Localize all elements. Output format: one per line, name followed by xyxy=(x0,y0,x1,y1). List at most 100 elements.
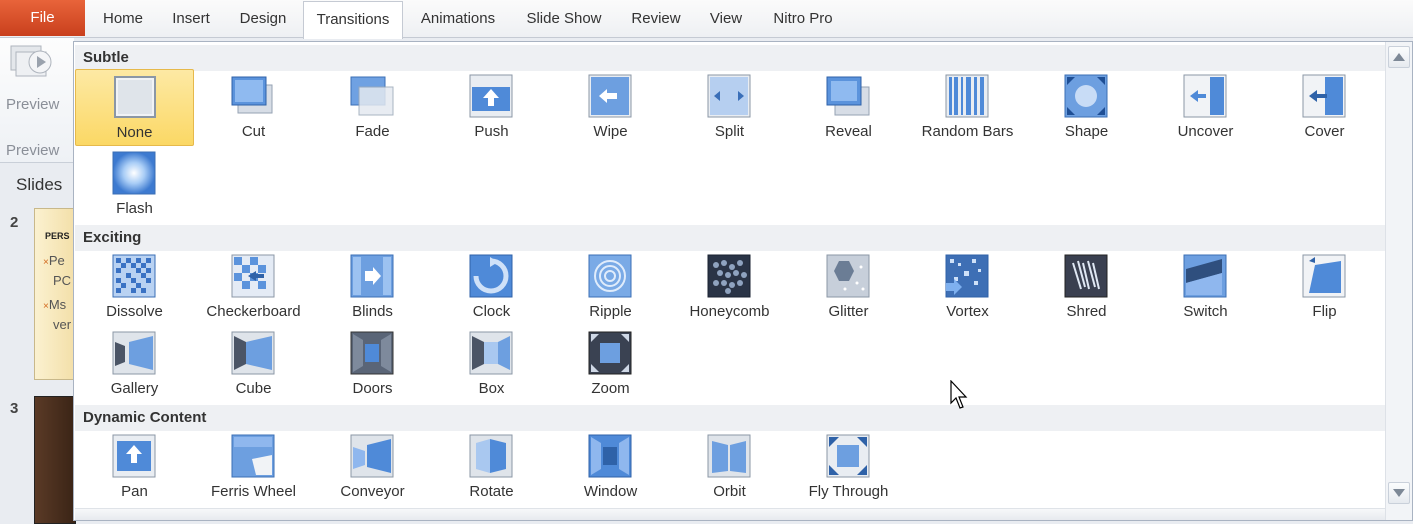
transition-push[interactable]: Push xyxy=(432,69,551,146)
doors-icon xyxy=(350,331,394,375)
transition-fade[interactable]: Fade xyxy=(313,69,432,146)
ribbon-tab-bar: File Home Insert Design Transitions Anim… xyxy=(0,0,1413,39)
wipe-icon xyxy=(588,74,632,118)
slide-thumbnail-line: PC xyxy=(53,273,72,288)
switch-icon xyxy=(1183,254,1227,298)
transition-label: Random Bars xyxy=(921,123,1014,140)
transition-label: Orbit xyxy=(713,483,746,500)
reveal-icon xyxy=(826,76,870,116)
ferris-wheel-icon xyxy=(231,434,275,478)
zoom-icon xyxy=(588,331,632,375)
tab-nitro-pro[interactable]: Nitro Pro xyxy=(760,0,846,38)
transition-cube[interactable]: Cube xyxy=(194,326,313,403)
uncover-icon xyxy=(1183,74,1227,118)
transition-checkerboard[interactable]: Checkerboard xyxy=(194,249,313,326)
transition-zoom[interactable]: Zoom xyxy=(551,326,670,403)
transition-reveal[interactable]: Reveal xyxy=(789,69,908,146)
none-icon xyxy=(114,76,156,118)
ripple-icon xyxy=(588,254,632,298)
transition-doors[interactable]: Doors xyxy=(313,326,432,403)
section-header-exciting: Exciting xyxy=(75,225,1385,251)
scroll-up-button[interactable] xyxy=(1388,46,1410,68)
transition-label: Wipe xyxy=(593,123,628,140)
transition-blinds[interactable]: Blinds xyxy=(313,249,432,326)
transition-label: Window xyxy=(583,483,638,500)
transition-label: Shape xyxy=(1064,123,1109,140)
transition-flip[interactable]: Flip xyxy=(1265,249,1384,326)
window-icon xyxy=(588,434,632,478)
gallery-resize-grip[interactable] xyxy=(75,508,1385,520)
scroll-up-icon xyxy=(1393,53,1405,61)
transition-switch[interactable]: Switch xyxy=(1146,249,1265,326)
transition-fly-through[interactable]: Fly Through xyxy=(789,429,908,506)
tab-review[interactable]: Review xyxy=(620,0,692,38)
file-tab[interactable]: File xyxy=(0,0,85,36)
transition-window[interactable]: Window xyxy=(551,429,670,506)
shred-icon xyxy=(1064,254,1108,298)
transition-label: Flash xyxy=(116,200,153,217)
transition-label: Push xyxy=(474,123,509,140)
tab-animations[interactable]: Animations xyxy=(408,0,508,38)
cube-icon xyxy=(231,331,275,375)
tab-design[interactable]: Design xyxy=(228,0,298,38)
transition-shred[interactable]: Shred xyxy=(1027,249,1146,326)
transition-split[interactable]: Split xyxy=(670,69,789,146)
slide-thumbnail-3[interactable] xyxy=(34,396,76,524)
transition-label: Fly Through xyxy=(808,483,889,500)
random-bars-icon xyxy=(945,74,989,118)
transition-shape[interactable]: Shape xyxy=(1027,69,1146,146)
transition-label: Gallery xyxy=(110,380,159,397)
fly-through-icon xyxy=(826,434,870,478)
preview-icon[interactable] xyxy=(10,44,56,84)
transition-pan[interactable]: Pan xyxy=(75,429,194,506)
flip-icon xyxy=(1302,254,1346,298)
transition-label: Zoom xyxy=(591,380,630,397)
gallery-scrollbar[interactable] xyxy=(1385,42,1412,520)
transition-rotate[interactable]: Rotate xyxy=(432,429,551,506)
section-header-dynamic-content: Dynamic Content xyxy=(75,405,1385,431)
transition-glitter[interactable]: Glitter xyxy=(789,249,908,326)
tab-slide-show[interactable]: Slide Show xyxy=(514,0,614,38)
transition-label: Cube xyxy=(235,380,272,397)
transition-label: Conveyor xyxy=(340,483,405,500)
tab-view[interactable]: View xyxy=(698,0,754,38)
transition-wipe[interactable]: Wipe xyxy=(551,69,670,146)
tab-insert[interactable]: Insert xyxy=(160,0,222,38)
transition-label: Uncover xyxy=(1177,123,1234,140)
transition-label: Checkerboard xyxy=(206,303,301,320)
transition-label: Box xyxy=(478,380,505,397)
transition-conveyor[interactable]: Conveyor xyxy=(313,429,432,506)
vortex-icon xyxy=(945,254,989,298)
transition-random-bars[interactable]: Random Bars xyxy=(908,69,1027,146)
section-header-subtle: Subtle xyxy=(75,45,1385,71)
slide-thumbnail-2[interactable]: PERS ×Pe PC ×Ms ver xyxy=(34,208,76,380)
shape-icon xyxy=(1064,74,1108,118)
transition-orbit[interactable]: Orbit xyxy=(670,429,789,506)
fade-icon xyxy=(350,76,394,116)
transition-gallery-effect[interactable]: Gallery xyxy=(75,326,194,403)
transition-cover[interactable]: Cover xyxy=(1265,69,1384,146)
transition-vortex[interactable]: Vortex xyxy=(908,249,1027,326)
slide-number-3: 3 xyxy=(10,400,19,417)
cover-icon xyxy=(1302,74,1346,118)
transition-ripple[interactable]: Ripple xyxy=(551,249,670,326)
blinds-icon xyxy=(350,254,394,298)
preview-group-label: Preview xyxy=(6,142,60,159)
tab-home[interactable]: Home xyxy=(90,0,156,38)
transition-flash[interactable]: Flash xyxy=(75,146,194,223)
glitter-icon xyxy=(826,254,870,298)
transition-box[interactable]: Box xyxy=(432,326,551,403)
preview-button-label[interactable]: Preview xyxy=(6,96,59,113)
transition-clock[interactable]: Clock xyxy=(432,249,551,326)
transition-label: Dissolve xyxy=(106,303,163,320)
transition-dissolve[interactable]: Dissolve xyxy=(75,249,194,326)
conveyor-icon xyxy=(350,434,394,478)
transition-uncover[interactable]: Uncover xyxy=(1146,69,1265,146)
transition-ferris-wheel[interactable]: Ferris Wheel xyxy=(194,429,313,506)
scroll-down-button[interactable] xyxy=(1388,482,1410,504)
transition-label: Honeycomb xyxy=(689,303,770,320)
transition-cut[interactable]: Cut xyxy=(194,69,313,146)
transition-none[interactable]: None xyxy=(75,69,194,146)
tab-transitions[interactable]: Transitions xyxy=(303,1,403,39)
transition-honeycomb[interactable]: Honeycomb xyxy=(670,249,789,326)
